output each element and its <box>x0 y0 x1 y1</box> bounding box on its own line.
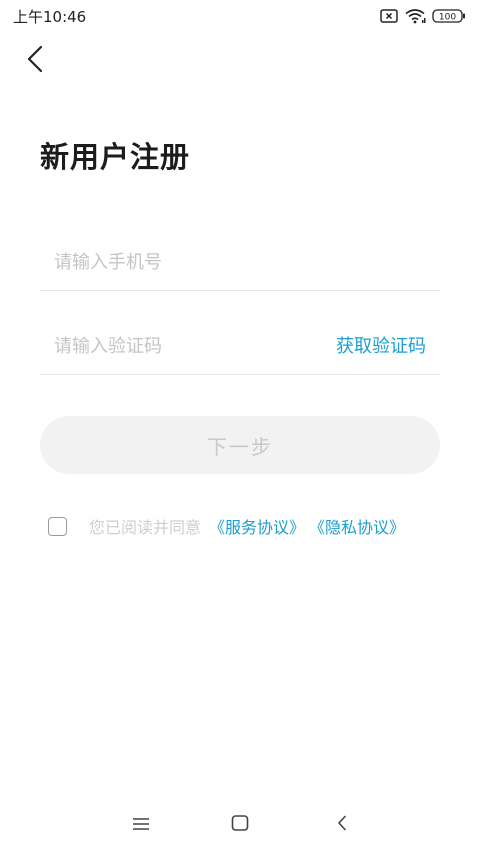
status-icons: 100 <box>380 8 466 24</box>
system-nav-bar <box>0 797 480 853</box>
wifi-icon <box>404 8 426 24</box>
code-field-row: 获取验证码 <box>40 318 440 375</box>
nav-home-button[interactable] <box>226 811 254 839</box>
page-title: 新用户注册 <box>40 140 191 174</box>
status-bar: 上午10:46 100 <box>0 0 480 32</box>
next-button[interactable]: 下一步 <box>40 416 440 474</box>
battery-level: 100 <box>439 13 456 23</box>
verification-code-input[interactable] <box>40 318 324 374</box>
back-icon <box>336 815 348 835</box>
menu-icon <box>132 816 150 835</box>
battery-icon: 100 <box>432 9 466 23</box>
back-button[interactable] <box>18 44 52 78</box>
sim-card-x-icon <box>380 9 398 23</box>
agreement-text: 您已阅读并同意 <box>89 518 202 537</box>
service-agreement-link[interactable]: 《服务协议》 <box>209 514 305 538</box>
status-time: 上午10:46 <box>13 8 87 26</box>
agreement-checkbox[interactable] <box>48 516 67 536</box>
agreement-row: 您已阅读并同意 《服务协议》 《隐私协议》 <box>48 514 405 538</box>
privacy-agreement-link[interactable]: 《隐私协议》 <box>309 514 405 538</box>
chevron-left-icon <box>25 45 45 77</box>
get-code-button[interactable]: 获取验证码 <box>336 332 426 358</box>
home-icon <box>231 815 249 835</box>
nav-menu-button[interactable] <box>127 811 155 839</box>
nav-back-button[interactable] <box>328 811 356 839</box>
phone-input[interactable] <box>40 234 324 290</box>
phone-field-row <box>40 234 440 291</box>
